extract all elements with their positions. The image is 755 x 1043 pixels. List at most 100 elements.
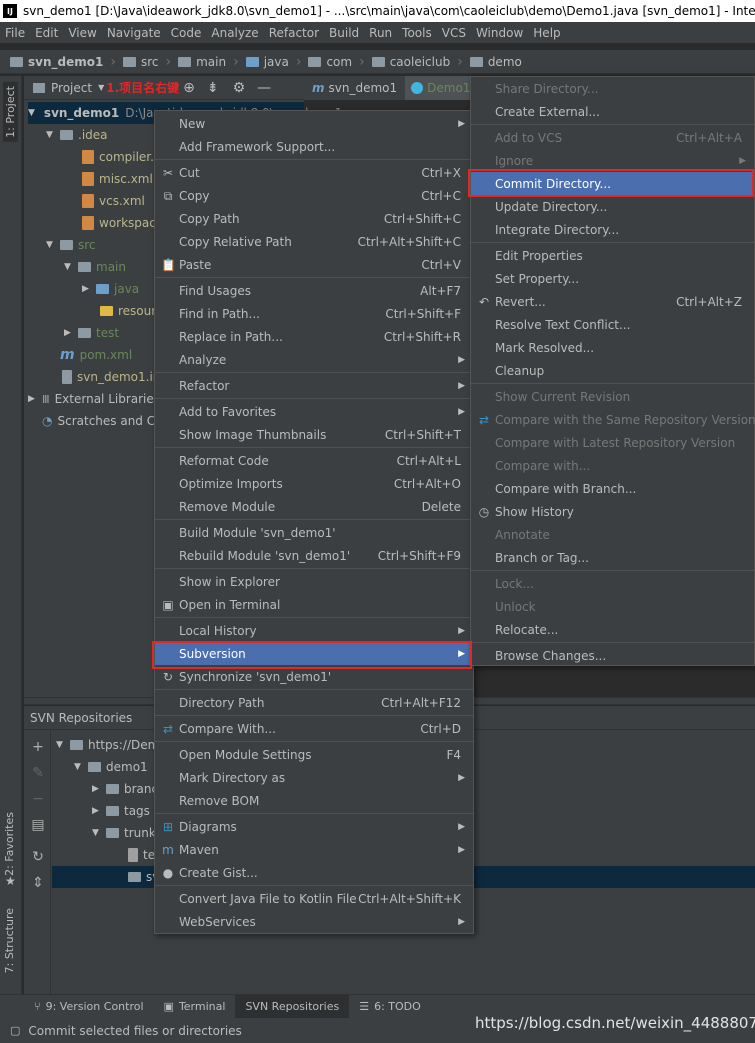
menu-item-cleanup[interactable]: Cleanup (471, 359, 754, 382)
chevron-right-icon[interactable]: ▶ (92, 784, 102, 794)
menu-item-commit-directory[interactable]: Commit Directory... (471, 172, 754, 195)
tab-svn-repositories[interactable]: SVN Repositories (235, 994, 350, 1019)
menu-item-branch-or-tag[interactable]: Branch or Tag... (471, 546, 754, 569)
menu-item-create-external[interactable]: Create External... (471, 100, 754, 123)
chevron-down-icon[interactable]: ▼ (46, 240, 56, 250)
tree-item-misc-xml[interactable]: misc.xml (82, 168, 153, 190)
menu-file[interactable]: File (0, 26, 30, 40)
menu-navigate[interactable]: Navigate (102, 26, 166, 40)
svn-tree-demo1[interactable]: ▼ demo1 (74, 756, 148, 778)
menu-help[interactable]: Help (528, 26, 565, 40)
menu-item-open-in-terminal[interactable]: ▣ Open in Terminal (155, 593, 473, 616)
menu-edit[interactable]: Edit (30, 26, 63, 40)
menu-item-diagrams[interactable]: ⊞ Diagrams ▶ (155, 815, 473, 838)
tree-item-vcs-xml[interactable]: vcs.xml (82, 190, 145, 212)
refresh-icon[interactable]: ↻ (31, 850, 45, 864)
menu-vcs[interactable]: VCS (437, 26, 471, 40)
tab-favorites[interactable]: 2: Favorites (3, 812, 16, 876)
remove-icon[interactable]: − (31, 792, 45, 806)
menu-item-local-history[interactable]: Local History ▶ (155, 619, 473, 642)
menu-item-integrate-directory[interactable]: Integrate Directory... (471, 218, 754, 241)
tree-item-src[interactable]: ▼ src (46, 234, 96, 256)
breadcrumb-project[interactable]: svn_demo1 (0, 55, 106, 69)
tab-project[interactable]: 1: Project (3, 82, 18, 142)
menu-item-copy-path[interactable]: Copy Path Ctrl+Shift+C (155, 207, 473, 230)
menu-item-compare-with-branch[interactable]: Compare with Branch... (471, 477, 754, 500)
menu-item-browse-changes[interactable]: Browse Changes... (471, 644, 754, 667)
gear-icon[interactable]: ⚙ (233, 80, 246, 96)
menu-item-find-in-path[interactable]: Find in Path... Ctrl+Shift+F (155, 302, 473, 325)
menu-item-paste[interactable]: 📋 Paste Ctrl+V (155, 253, 473, 276)
menu-item-add-framework-support[interactable]: Add Framework Support... (155, 135, 473, 158)
breadcrumb-caoleiclub[interactable]: caoleiclub (369, 55, 454, 69)
menu-build[interactable]: Build (324, 26, 364, 40)
locate-icon[interactable]: ⊕ (183, 80, 195, 96)
menu-item-remove-module[interactable]: Remove Module Delete (155, 495, 473, 518)
chevron-down-icon[interactable]: ▼ (28, 108, 35, 118)
breadcrumb-java[interactable]: java (243, 55, 292, 69)
chevron-right-icon[interactable]: ▶ (82, 284, 92, 294)
tab-version-control[interactable]: ⑂ 9: Version Control (24, 995, 154, 1019)
menu-item-analyze[interactable]: Analyze ▶ (155, 348, 473, 371)
menu-item-maven[interactable]: m Maven ▶ (155, 838, 473, 861)
menu-item-compare-with[interactable]: ⇄ Compare With... Ctrl+D (155, 717, 473, 740)
chevron-down-icon[interactable]: ▼ (98, 83, 104, 92)
chevron-down-icon[interactable]: ▼ (64, 262, 74, 272)
menu-item-reformat-code[interactable]: Reformat Code Ctrl+Alt+L (155, 449, 473, 472)
chevron-down-icon[interactable]: ▼ (92, 828, 102, 838)
tree-item-iml[interactable]: svn_demo1.iml (62, 366, 168, 388)
collapse-icon[interactable]: ⇕ (31, 876, 45, 890)
tab-structure[interactable]: 7: Structure (3, 908, 16, 973)
menu-item-copy[interactable]: ⧉ Copy Ctrl+C (155, 184, 473, 207)
menu-item-show-in-explorer[interactable]: Show in Explorer (155, 570, 473, 593)
chevron-down-icon[interactable]: ▼ (46, 130, 56, 140)
menu-analyze[interactable]: Analyze (206, 26, 263, 40)
menu-item-new[interactable]: New ▶ (155, 112, 473, 135)
tab-todo[interactable]: ☰ 6: TODO (349, 995, 431, 1019)
menu-item-show-image-thumbnails[interactable]: Show Image Thumbnails Ctrl+Shift+T (155, 423, 473, 446)
menu-item-rebuild-module-svn-demo1[interactable]: Rebuild Module 'svn_demo1' Ctrl+Shift+F9 (155, 544, 473, 567)
menu-item-directory-path[interactable]: Directory Path Ctrl+Alt+F12 (155, 691, 473, 714)
breadcrumb-src[interactable]: src (120, 55, 162, 69)
menu-item-mark-directory-as[interactable]: Mark Directory as ▶ (155, 766, 473, 789)
svn-tree-trunk[interactable]: ▼ trunk (92, 822, 156, 844)
tree-item-idea[interactable]: ▼ .idea (46, 124, 108, 146)
svn-tree-tags[interactable]: ▶ tags (92, 800, 150, 822)
menu-item-build-module-svn-demo1[interactable]: Build Module 'svn_demo1' (155, 521, 473, 544)
tree-item-main[interactable]: ▼ main (64, 256, 126, 278)
menu-item-resolve-text-conflict[interactable]: Resolve Text Conflict... (471, 313, 754, 336)
details-icon[interactable]: ▤ (31, 818, 45, 832)
tree-item-java[interactable]: ▶ java (82, 278, 139, 300)
tree-item-test[interactable]: ▶ test (64, 322, 119, 344)
menu-item-open-module-settings[interactable]: Open Module Settings F4 (155, 743, 473, 766)
menu-item-edit-properties[interactable]: Edit Properties (471, 244, 754, 267)
hide-icon[interactable]: — (257, 80, 271, 96)
breadcrumb-main[interactable]: main (175, 55, 229, 69)
menu-item-find-usages[interactable]: Find Usages Alt+F7 (155, 279, 473, 302)
chevron-right-icon[interactable]: ▶ (64, 328, 74, 338)
menu-item-refactor[interactable]: Refactor ▶ (155, 374, 473, 397)
tree-item-external-libraries[interactable]: ▶ Ⅲ External Libraries (28, 388, 160, 410)
menu-view[interactable]: View (63, 26, 101, 40)
menu-item-mark-resolved[interactable]: Mark Resolved... (471, 336, 754, 359)
edit-icon[interactable]: ✎ (31, 766, 45, 780)
menu-run[interactable]: Run (364, 26, 397, 40)
menu-item-cut[interactable]: ✂ Cut Ctrl+X (155, 161, 473, 184)
chevron-right-icon[interactable]: ▶ (92, 806, 102, 816)
menu-item-replace-in-path[interactable]: Replace in Path... Ctrl+Shift+R (155, 325, 473, 348)
tree-item-pom-xml[interactable]: m pom.xml (60, 344, 132, 366)
breadcrumb-demo[interactable]: demo (467, 55, 525, 69)
add-icon[interactable]: + (31, 740, 45, 754)
chevron-down-icon[interactable]: ▼ (74, 762, 84, 772)
collapse-all-icon[interactable]: ⇟ (207, 80, 219, 96)
menu-tools[interactable]: Tools (397, 26, 437, 40)
tab-terminal[interactable]: ▣ Terminal (154, 995, 236, 1019)
menu-item-subversion[interactable]: Subversion ▶ (155, 642, 473, 665)
menu-item-set-property[interactable]: Set Property... (471, 267, 754, 290)
menu-item-webservices[interactable]: WebServices ▶ (155, 910, 473, 933)
menu-item-relocate[interactable]: Relocate... (471, 618, 754, 641)
menu-item-update-directory[interactable]: Update Directory... (471, 195, 754, 218)
menu-item-show-history[interactable]: ◷ Show History (471, 500, 754, 523)
menu-window[interactable]: Window (471, 26, 528, 40)
menu-item-remove-bom[interactable]: Remove BOM (155, 789, 473, 812)
